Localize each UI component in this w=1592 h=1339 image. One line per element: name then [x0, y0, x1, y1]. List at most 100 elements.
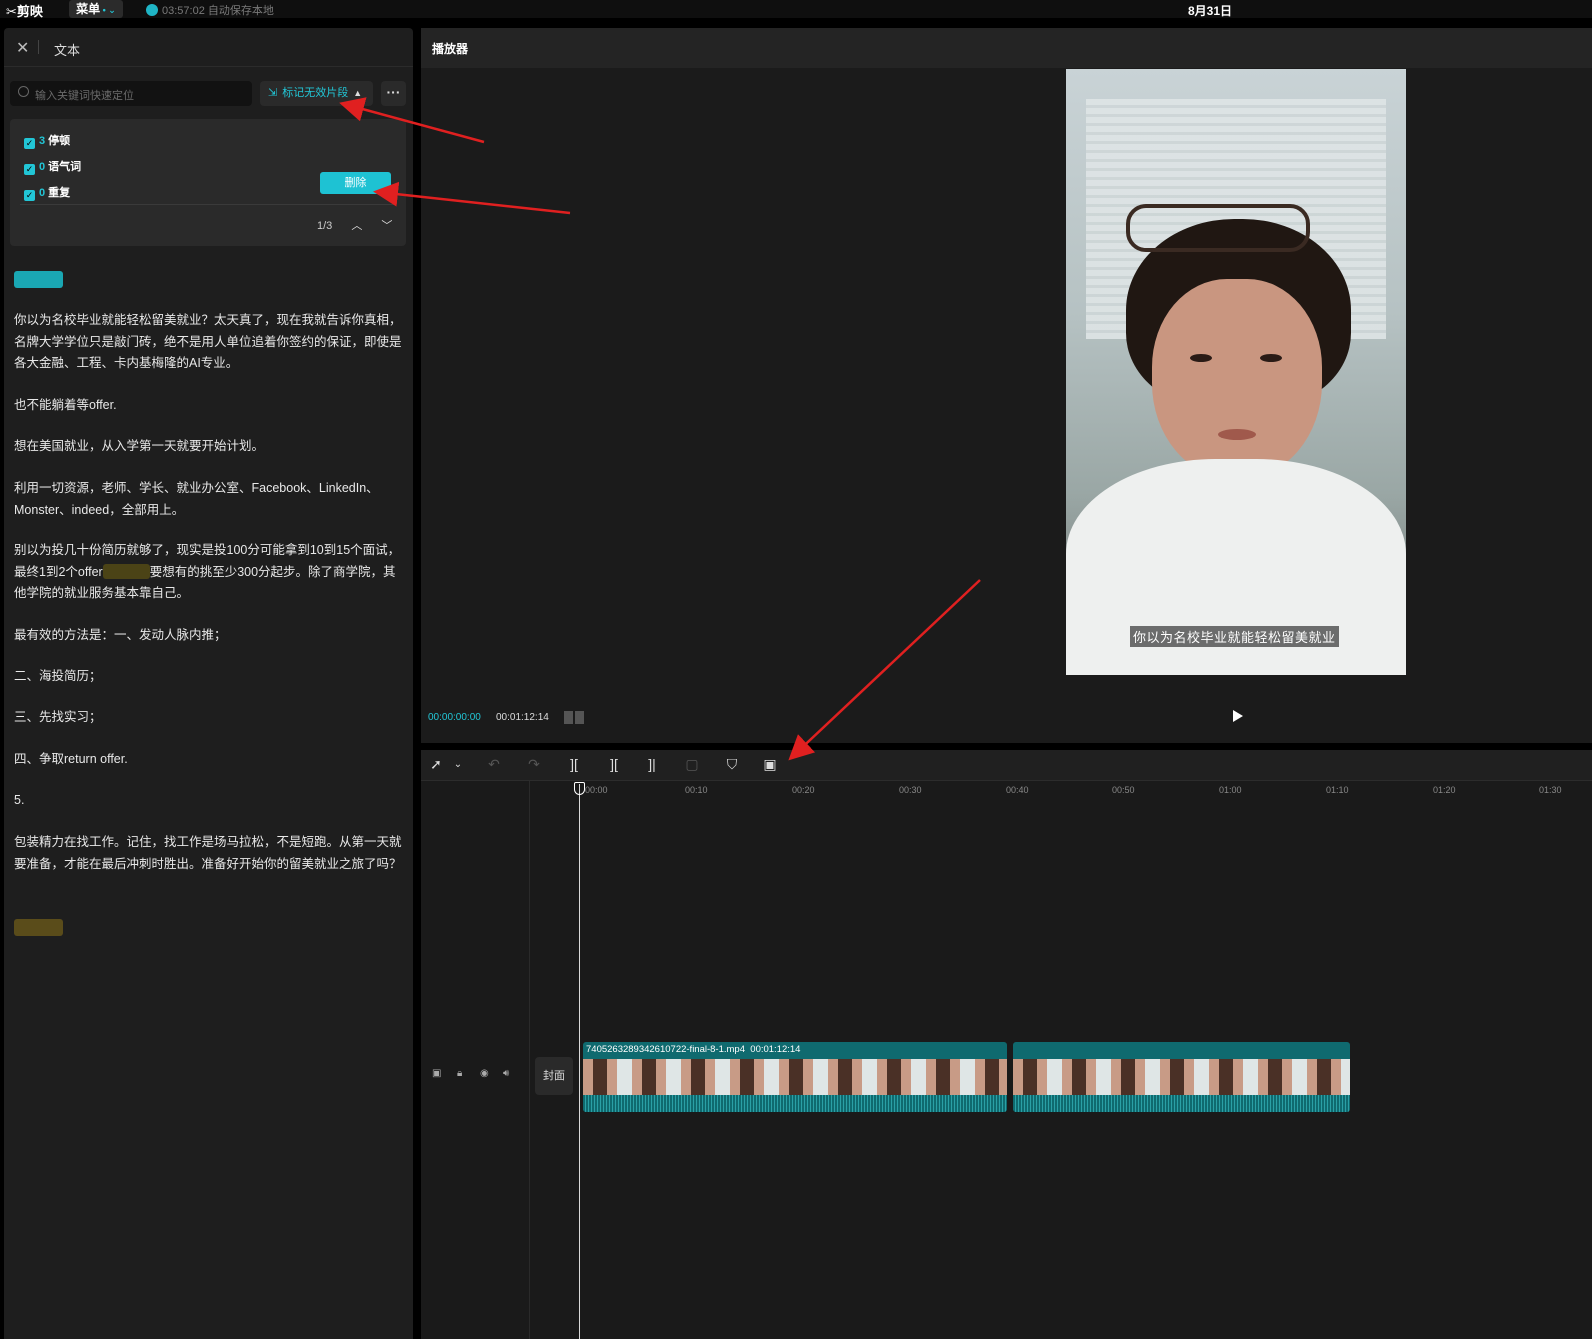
cover-button[interactable]: 封面: [535, 1057, 573, 1095]
split-icon[interactable]: ][: [565, 756, 583, 772]
clip-filename: 7405263289342610722-final-8-1.mp4: [586, 1044, 745, 1055]
total-time: 00:01:12:14: [496, 712, 549, 723]
checkbox-checked-icon[interactable]: ✓: [24, 138, 35, 149]
lock-icon[interactable]: 🔒︎: [457, 1068, 462, 1079]
autosave-text: 03:57:02 自动保存本地: [162, 5, 274, 17]
video-subtitle: 你以为名校毕业就能轻松留美就业: [1130, 626, 1339, 647]
tick-label: 00:40: [1006, 785, 1029, 795]
filter-label: 语气词: [48, 161, 82, 173]
filler-marker[interactable]: [102, 563, 150, 579]
tick-label: 01:10: [1326, 785, 1349, 795]
checkbox-checked-icon[interactable]: ✓: [24, 164, 35, 175]
caret-up-icon: ▲: [353, 88, 363, 98]
chevron-down-icon[interactable]: ⌄: [449, 759, 467, 770]
select-cursor-icon[interactable]: ➚: [427, 756, 445, 773]
trim-right-icon[interactable]: ]|: [643, 756, 661, 772]
grid-icon[interactable]: [564, 711, 584, 724]
app-logo: ✂剪映: [6, 4, 43, 19]
menu-label: 菜单: [76, 2, 101, 16]
speaker-icon[interactable]: 🔊︎: [503, 1068, 509, 1079]
eye-icon[interactable]: ◉: [480, 1068, 489, 1079]
filter-count: 0: [39, 161, 46, 173]
tick-label: 00:00: [585, 785, 608, 795]
playhead[interactable]: [579, 784, 580, 1339]
transcript-paragraph[interactable]: 二、海投简历；: [14, 666, 404, 688]
video-clip[interactable]: [1013, 1042, 1350, 1112]
transcript-paragraph[interactable]: 想在美国就业，从入学第一天就要开始计划。: [14, 436, 404, 458]
tick-label: 00:50: [1112, 785, 1135, 795]
filter-pause[interactable]: ✓ 3 停顿: [24, 132, 70, 149]
invalid-segments-popup: ✓ 3 停顿 ✓ 0 语气词 ✓ 0 重复 删除 1/3 ︿ ﹀: [10, 119, 406, 246]
clip-duration: 00:01:12:14: [750, 1044, 801, 1055]
video-glasses: [1126, 204, 1310, 252]
video-eye: [1260, 354, 1282, 362]
pause-marker[interactable]: [14, 919, 63, 936]
track-header-column: [421, 781, 530, 1339]
pause-marker[interactable]: [14, 271, 63, 288]
transcript-paragraph[interactable]: 5.: [14, 790, 404, 812]
transcript-paragraph[interactable]: 也不能躺着等offer.: [14, 395, 404, 417]
player-title: 播放器: [432, 42, 469, 56]
match-pager: 1/3 ︿ ﹀: [317, 217, 392, 233]
close-icon[interactable]: ✕: [16, 38, 29, 58]
player-panel: 播放器 你以为名校毕业就能轻松留美就业 00:00:00:00 00:01:12…: [421, 28, 1592, 743]
menu-button[interactable]: 菜单 • ⌄: [69, 0, 123, 18]
transcript-paragraph[interactable]: 三、先找实习；: [14, 707, 404, 729]
divider: [38, 40, 39, 54]
shield-icon[interactable]: ⛉: [723, 756, 741, 773]
transcript-paragraph[interactable]: 包装精力在找工作。记住，找工作是场马拉松，不是短跑。从第一天就要准备，才能在最后…: [14, 832, 404, 875]
tick-label: 00:10: [685, 785, 708, 795]
audio-waveform: [1013, 1095, 1350, 1112]
top-bar: ✂剪映 菜单 • ⌄ 03:57:02 自动保存本地 8月31日: [0, 0, 1592, 19]
tick-label: 01:00: [1219, 785, 1242, 795]
clip-thumbnails: [583, 1059, 1007, 1095]
filter-label: 停顿: [48, 135, 71, 147]
trim-left-icon[interactable]: ][: [605, 756, 623, 772]
time-ruler[interactable]: 00:00 00:10 00:20 00:30 00:40 00:50 01:0…: [581, 781, 1592, 799]
clip-thumbnails: [1013, 1059, 1350, 1095]
search-icon: [18, 86, 29, 97]
mark-invalid-label: 标记无效片段: [282, 87, 349, 99]
text-panel: ✕ 文本 输入关键词快速定位 ⇲ 标记无效片段 ▲ ··· ✓ 3 停顿 ✓ 0 语气词 ✓…: [4, 28, 413, 1339]
chevron-down-icon: • ⌄: [100, 5, 116, 15]
tick-label: 01:30: [1539, 785, 1562, 795]
delete-icon[interactable]: ▢: [683, 756, 701, 773]
playhead-handle[interactable]: [574, 782, 585, 795]
clip-label: 7405263289342610722-final-8-1.mp4 00:01:…: [586, 1044, 800, 1055]
current-time: 00:00:00:00: [428, 712, 481, 723]
undo-icon[interactable]: ↶: [485, 756, 503, 773]
filter-icon: ⇲: [268, 87, 278, 99]
transcript-paragraph[interactable]: 别以为投几十份简历就够了，现实是投100分可能拿到10到15个面试，最终1到2个…: [14, 540, 404, 605]
redo-icon[interactable]: ↷: [525, 756, 543, 773]
transcript-paragraph[interactable]: 四、争取return offer.: [14, 749, 404, 771]
panel-title: 文本: [54, 43, 81, 58]
video-eye: [1190, 354, 1212, 362]
delete-button[interactable]: 删除: [320, 172, 391, 194]
smart-cut-icon[interactable]: ▣: [761, 756, 779, 773]
track-visibility-icon[interactable]: ▣: [432, 1068, 441, 1079]
timeline-toolbar: ➚ ⌄ ↶ ↷ ][ ][ ]| ▢ ⛉ ▣: [421, 750, 1592, 781]
transcript-paragraph[interactable]: 你以为名校毕业就能轻松留美就业？太天真了，现在我就告诉你真相，名牌大学学位只是敲…: [14, 310, 404, 375]
timeline-panel: ➚ ⌄ ↶ ↷ ][ ][ ]| ▢ ⛉ ▣ 00:00 00:10 00:20…: [421, 750, 1592, 1339]
tick-label: 01:20: [1433, 785, 1456, 795]
chevron-up-icon[interactable]: ︿: [351, 220, 362, 232]
transcript-paragraph[interactable]: 最有效的方法是：一、发动人脉内推；: [14, 625, 404, 647]
video-preview[interactable]: 你以为名校毕业就能轻松留美就业: [1066, 69, 1406, 675]
filter-filler-words[interactable]: ✓ 0 语气词: [24, 158, 81, 175]
panel-header: ✕ 文本: [4, 28, 413, 67]
player-header: 播放器: [421, 28, 1592, 68]
checkbox-checked-icon[interactable]: ✓: [24, 190, 35, 201]
transcript-paragraph[interactable]: 利用一切资源，老师、学长、就业办公室、Facebook、LinkedIn、Mon…: [14, 478, 404, 521]
search-input[interactable]: 输入关键词快速定位: [10, 81, 252, 106]
divider: [20, 204, 396, 205]
filter-label: 重复: [48, 187, 71, 199]
video-clip[interactable]: 7405263289342610722-final-8-1.mp4 00:01:…: [583, 1042, 1007, 1112]
autosave-status: 03:57:02 自动保存本地: [146, 2, 274, 18]
chevron-down-icon[interactable]: ﹀: [381, 220, 392, 232]
project-title: 8月31日: [1188, 4, 1233, 18]
filter-repeat[interactable]: ✓ 0 重复: [24, 184, 70, 201]
more-options-button[interactable]: ···: [381, 81, 406, 106]
mark-invalid-button[interactable]: ⇲ 标记无效片段 ▲: [260, 81, 373, 106]
filter-count: 0: [39, 187, 46, 199]
play-icon[interactable]: [1233, 710, 1243, 722]
